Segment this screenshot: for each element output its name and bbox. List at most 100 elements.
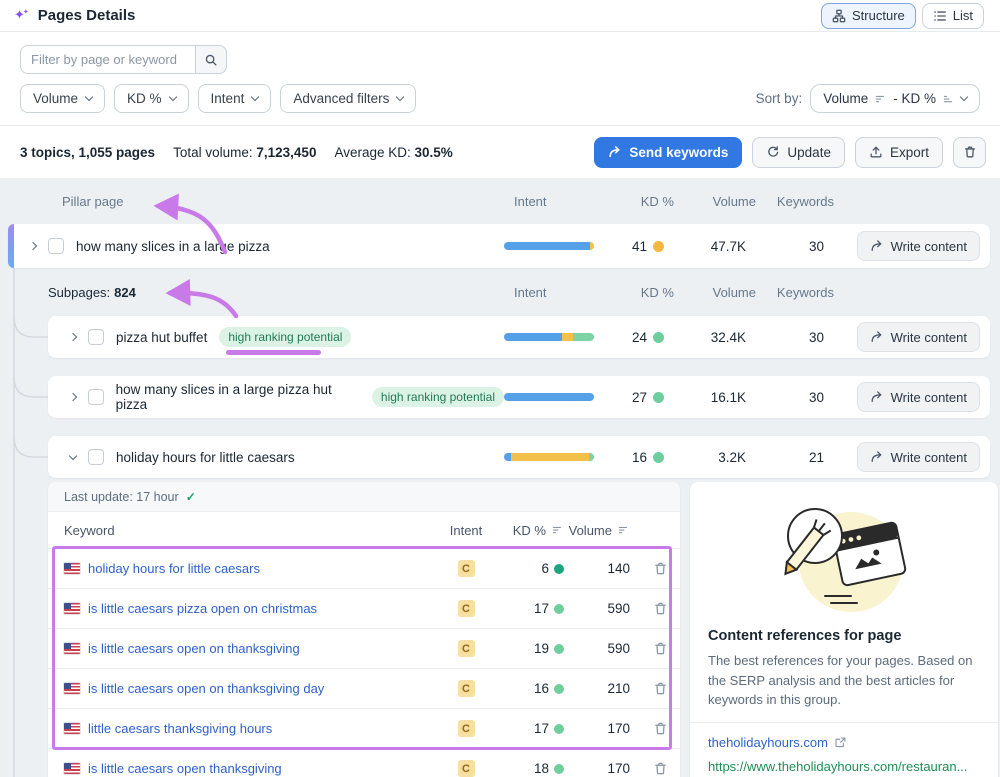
trash-icon[interactable] [653,601,668,616]
commercial-intent-badge: C [458,760,475,777]
structure-view-button[interactable]: Structure [821,3,916,29]
keyword-text: little caesars thanksgiving hours [88,721,272,736]
pillar-accent-bar [8,224,14,268]
pillar-row-title[interactable]: how many slices in a large pizza [76,239,270,254]
refresh-icon [766,145,780,159]
keywords-cell: 30 [758,330,828,345]
keywords-column: Keywords [768,285,838,300]
delete-button[interactable] [953,137,986,168]
subpage-row-title[interactable]: holiday hours for little caesars [116,450,295,465]
commercial-intent-badge: C [458,560,475,577]
row-checkbox[interactable] [88,329,104,345]
us-flag-icon [64,603,80,614]
chevron-down-icon [85,93,93,101]
search-button[interactable] [195,45,227,74]
row-checkbox[interactable] [88,389,104,405]
kd-filter[interactable]: KD % [114,84,189,113]
stats-actions: Send keywords Update Export [594,137,986,168]
keyword-link[interactable]: is little caesars open thanksgiving [64,761,446,776]
reference-link[interactable]: theholidayhours.com [708,735,847,750]
trash-icon[interactable] [653,681,668,696]
expand-chevron-icon[interactable] [30,243,36,249]
volume-filter[interactable]: Volume [20,84,105,113]
kd-value: 19 [534,641,549,656]
expand-chevron-icon[interactable] [70,394,76,400]
intent-column: Intent [514,194,614,209]
sort-first-label: Volume [823,91,868,106]
check-icon: ✓ [186,490,196,504]
write-content-button[interactable]: Write content [857,382,980,412]
volume-column: Volume [678,194,768,209]
update-button[interactable]: Update [752,137,845,168]
search-icon [204,53,218,67]
reference-domain: theholidayhours.com [708,735,828,750]
intent-bar-cell [504,242,604,250]
volume-cell: 47.7K [668,239,758,254]
trash-cell [630,561,670,576]
chevron-down-icon [960,93,968,101]
keyword-link[interactable]: is little caesars pizza open on christma… [64,601,446,616]
keyword-link[interactable]: little caesars thanksgiving hours [64,721,446,736]
trash-cell [630,761,670,776]
write-content-button[interactable]: Write content [857,231,980,261]
send-keywords-button[interactable]: Send keywords [594,137,742,168]
kd-cell: 24 [604,330,668,345]
trash-icon[interactable] [653,641,668,656]
keyword-row: little caesars thanksgiving hours C 17 1… [48,708,680,748]
reference-url[interactable]: https://www.theholidayhours.com/restaura… [708,759,980,774]
keyword-row: is little caesars pizza open on christma… [48,588,680,628]
volume-cell: 590 [564,641,630,656]
intent-cell: C [446,680,486,697]
intent-cell: C [446,720,486,737]
subpages-header-row: Subpages: 824 Intent KD % Volume Keyword… [48,268,990,316]
kd-cell: 17 [486,721,564,736]
kd-value: 41 [632,239,647,254]
trash-icon [963,145,977,159]
subpage-row-title[interactable]: how many slices in a large pizza hut piz… [116,382,360,412]
advanced-filters[interactable]: Advanced filters [280,84,416,113]
trash-icon[interactable] [653,561,668,576]
send-arrow-icon [870,390,884,404]
trash-icon[interactable] [653,761,668,776]
trash-icon[interactable] [653,721,668,736]
collapse-chevron-icon[interactable] [70,456,76,459]
total-volume-label: Total volume: [173,145,253,160]
subpage-row-title[interactable]: pizza hut buffet [116,330,207,345]
update-label: Update [787,145,831,160]
intent-column: Intent [514,285,614,300]
chevron-down-icon [251,93,259,101]
subpage-row: pizza hut buffet high ranking potential … [48,316,990,358]
sort-by-dropdown[interactable]: Volume - KD % [810,84,980,113]
keyword-link[interactable]: holiday hours for little caesars [64,561,446,576]
kd-value: 16 [632,450,647,465]
keyword-link[interactable]: is little caesars open on thanksgiving d… [64,681,446,696]
export-button[interactable]: Export [855,137,943,168]
list-view-button[interactable]: List [922,3,984,29]
row-checkbox[interactable] [88,449,104,465]
volume-column: Volume [678,285,768,300]
row-checkbox[interactable] [48,238,64,254]
sort-asc-icon [942,93,955,105]
send-arrow-icon [870,330,884,344]
average-kd: Average KD: 30.5% [334,145,452,160]
kd-cell: 18 [486,761,564,776]
search-input[interactable] [20,45,196,74]
references-title: Content references for page [708,628,980,644]
content-references-panel: Content references for page The best ref… [690,482,998,777]
intent-cell: C [446,640,486,657]
intent-filter[interactable]: Intent [198,84,272,113]
us-flag-icon [64,643,80,654]
volume-column[interactable]: Volume [564,523,630,538]
write-content-label: Write content [891,239,967,254]
sort-by-label: Sort by: [756,91,803,106]
write-content-button[interactable]: Write content [857,322,980,352]
kd-column[interactable]: KD % [486,523,564,538]
subpage-row-expanded: holiday hours for little caesars 16 3.2K… [48,436,990,478]
write-content-button[interactable]: Write content [857,442,980,472]
keyword-link[interactable]: is little caesars open on thanksgiving [64,641,446,656]
kd-column: KD % [614,194,678,209]
subpages-count: Subpages: 824 [48,285,514,300]
expand-chevron-icon[interactable] [70,334,76,340]
kd-dot [653,332,664,343]
keywords-column: Keywords [768,194,838,209]
